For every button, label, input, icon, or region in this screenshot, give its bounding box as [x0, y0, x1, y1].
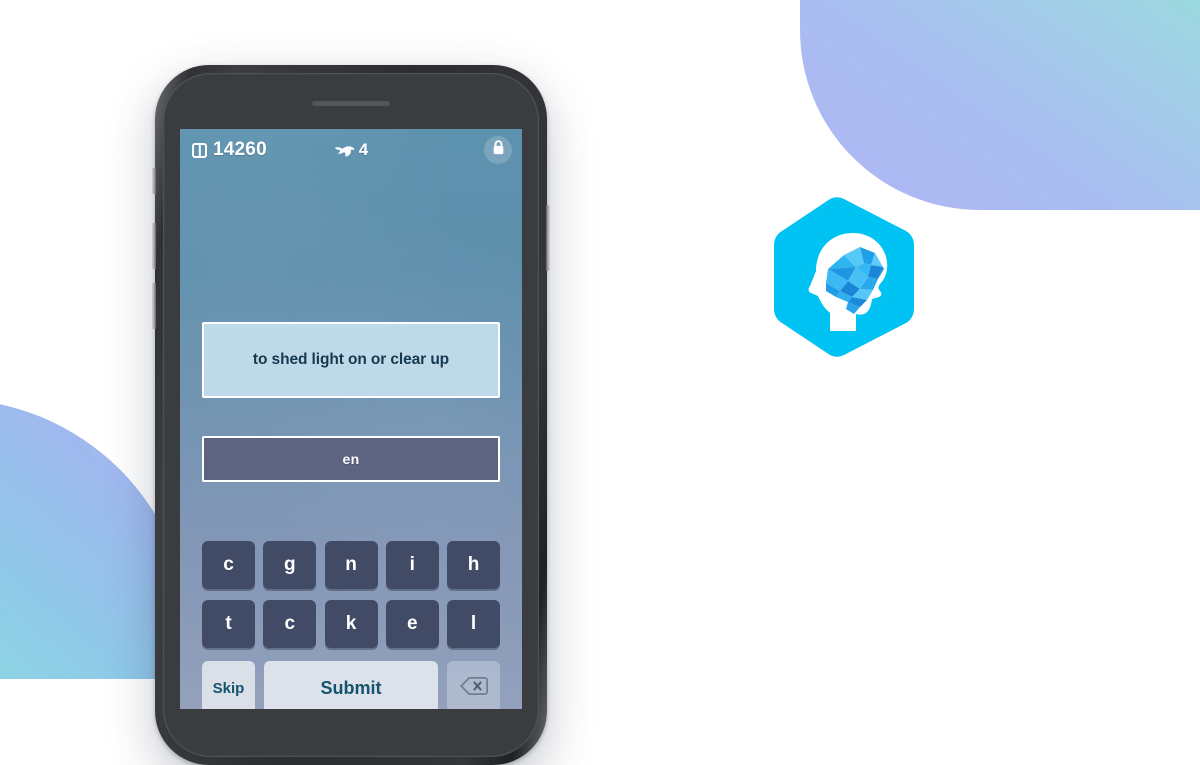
letter-key[interactable]: k	[324, 600, 378, 648]
submit-button[interactable]: Submit	[264, 661, 438, 709]
power-button[interactable]	[546, 205, 551, 271]
app-screen: 14260 4 to shed light on or clear up en …	[180, 129, 522, 709]
lock-icon	[491, 139, 506, 161]
lives-counter[interactable]: 4	[334, 140, 368, 160]
answer-value: en	[342, 451, 360, 467]
letter-key[interactable]: n	[324, 541, 378, 589]
action-bar: Skip Submit	[202, 661, 500, 709]
letter-key[interactable]: t	[202, 600, 255, 648]
volume-down-button[interactable]	[151, 283, 156, 329]
backspace-icon	[459, 676, 489, 701]
lives-count-label: 4	[358, 140, 369, 159]
keyboard-row-2: t c k e l	[202, 600, 500, 648]
letter-key[interactable]: e	[385, 600, 439, 648]
background-shape-top-right	[800, 0, 1200, 210]
keyboard-row-1: c g n i h	[202, 541, 500, 589]
coin-count-label: 14260	[213, 139, 267, 160]
answer-input-field[interactable]: en	[202, 436, 500, 482]
clue-card: to shed light on or clear up	[202, 322, 500, 398]
letter-keyboard: c g n i h t c k e l	[202, 541, 500, 659]
coin-counter[interactable]: 14260	[192, 139, 267, 161]
earpiece-speaker	[312, 101, 390, 106]
coin-stack-icon	[192, 142, 207, 158]
game-status-bar: 14260 4	[180, 129, 522, 171]
volume-up-button[interactable]	[151, 223, 156, 269]
letter-key[interactable]: g	[263, 541, 317, 589]
clue-text: to shed light on or clear up	[252, 351, 450, 369]
lock-badge[interactable]	[484, 136, 512, 164]
phone-mockup: 14260 4 to shed light on or clear up en …	[151, 65, 551, 765]
phone-frame: 14260 4 to shed light on or clear up en …	[151, 65, 551, 765]
letter-key[interactable]: i	[385, 541, 439, 589]
skip-button[interactable]: Skip	[202, 661, 255, 709]
letter-key[interactable]: c	[202, 541, 255, 589]
letter-key[interactable]: c	[263, 600, 317, 648]
letter-key[interactable]: l	[447, 600, 500, 648]
bird-icon	[334, 143, 356, 158]
silent-switch[interactable]	[151, 168, 156, 194]
elevate-brain-logo	[768, 197, 920, 357]
letter-key[interactable]: h	[447, 541, 500, 589]
backspace-button[interactable]	[447, 661, 500, 709]
